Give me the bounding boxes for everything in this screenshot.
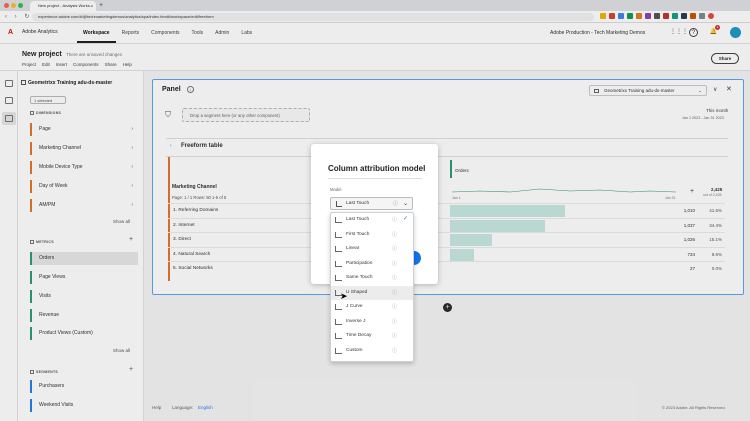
model-option-label: Custom: [346, 347, 363, 353]
checkmark-icon: ✓: [403, 216, 409, 222]
modal-divider: [328, 178, 422, 179]
model-option-label: Time Decay: [346, 333, 372, 338]
model-option-inverse-j[interactable]: Inverse J ⓘ: [331, 315, 413, 330]
model-option-label: Inverse J: [346, 318, 366, 324]
model-option-label: Participation: [346, 260, 373, 266]
model-label: Model: [330, 187, 342, 192]
last-touch-icon: [336, 201, 342, 207]
model-icon: [335, 217, 342, 223]
model-option-label: J Curve: [346, 304, 363, 309]
model-icon: [335, 275, 342, 281]
model-picker-value: Last Touch: [346, 201, 370, 206]
model-option-label: U Shaped: [346, 289, 368, 295]
model-icon: [335, 318, 342, 325]
model-option-first-touch[interactable]: First Touch ⓘ: [331, 228, 413, 243]
modal-title: Column attribution model: [328, 164, 426, 173]
model-option-label: First Touch: [346, 231, 370, 237]
model-icon: [335, 246, 342, 252]
info-icon[interactable]: ⓘ: [392, 303, 397, 310]
info-icon[interactable]: ⓘ: [392, 332, 397, 339]
model-option-custom[interactable]: Custom ⓘ: [331, 344, 413, 359]
info-icon[interactable]: ⓘ: [392, 318, 397, 325]
model-option-label: Same Touch: [346, 275, 373, 280]
info-icon[interactable]: ⓘ: [392, 289, 397, 296]
model-option-linear[interactable]: Linear ⓘ: [331, 242, 413, 257]
chevron-down-icon: ⌄: [403, 201, 409, 207]
info-icon[interactable]: ⓘ: [392, 260, 397, 267]
info-icon[interactable]: ⓘ: [392, 245, 397, 252]
mouse-cursor-icon: ➤: [340, 291, 348, 301]
info-icon[interactable]: ⓘ: [392, 274, 397, 281]
model-option-label: Linear: [346, 246, 360, 251]
model-icon: [335, 304, 342, 310]
info-icon[interactable]: ⓘ: [392, 347, 397, 354]
model-icon: [335, 347, 342, 354]
model-icon: [335, 231, 342, 238]
model-option-j-curve[interactable]: J Curve ⓘ: [331, 300, 413, 315]
info-icon[interactable]: ⓘ: [392, 231, 397, 238]
model-option-label: Last Touch: [346, 217, 370, 222]
model-picker[interactable]: Last Touch ⓘ ⌄: [330, 197, 413, 210]
model-option-same-touch[interactable]: Same Touch ⓘ: [331, 271, 413, 286]
info-icon[interactable]: ⓘ: [392, 216, 397, 223]
info-icon[interactable]: ⓘ: [393, 200, 398, 207]
model-option-last-touch[interactable]: Last Touch ⓘ ✓: [331, 213, 413, 228]
model-icon: [335, 260, 342, 267]
model-option-participation[interactable]: Participation ⓘ: [331, 257, 413, 272]
model-icon: [335, 333, 342, 339]
model-option-time-decay[interactable]: Time Decay ⓘ: [331, 329, 413, 344]
